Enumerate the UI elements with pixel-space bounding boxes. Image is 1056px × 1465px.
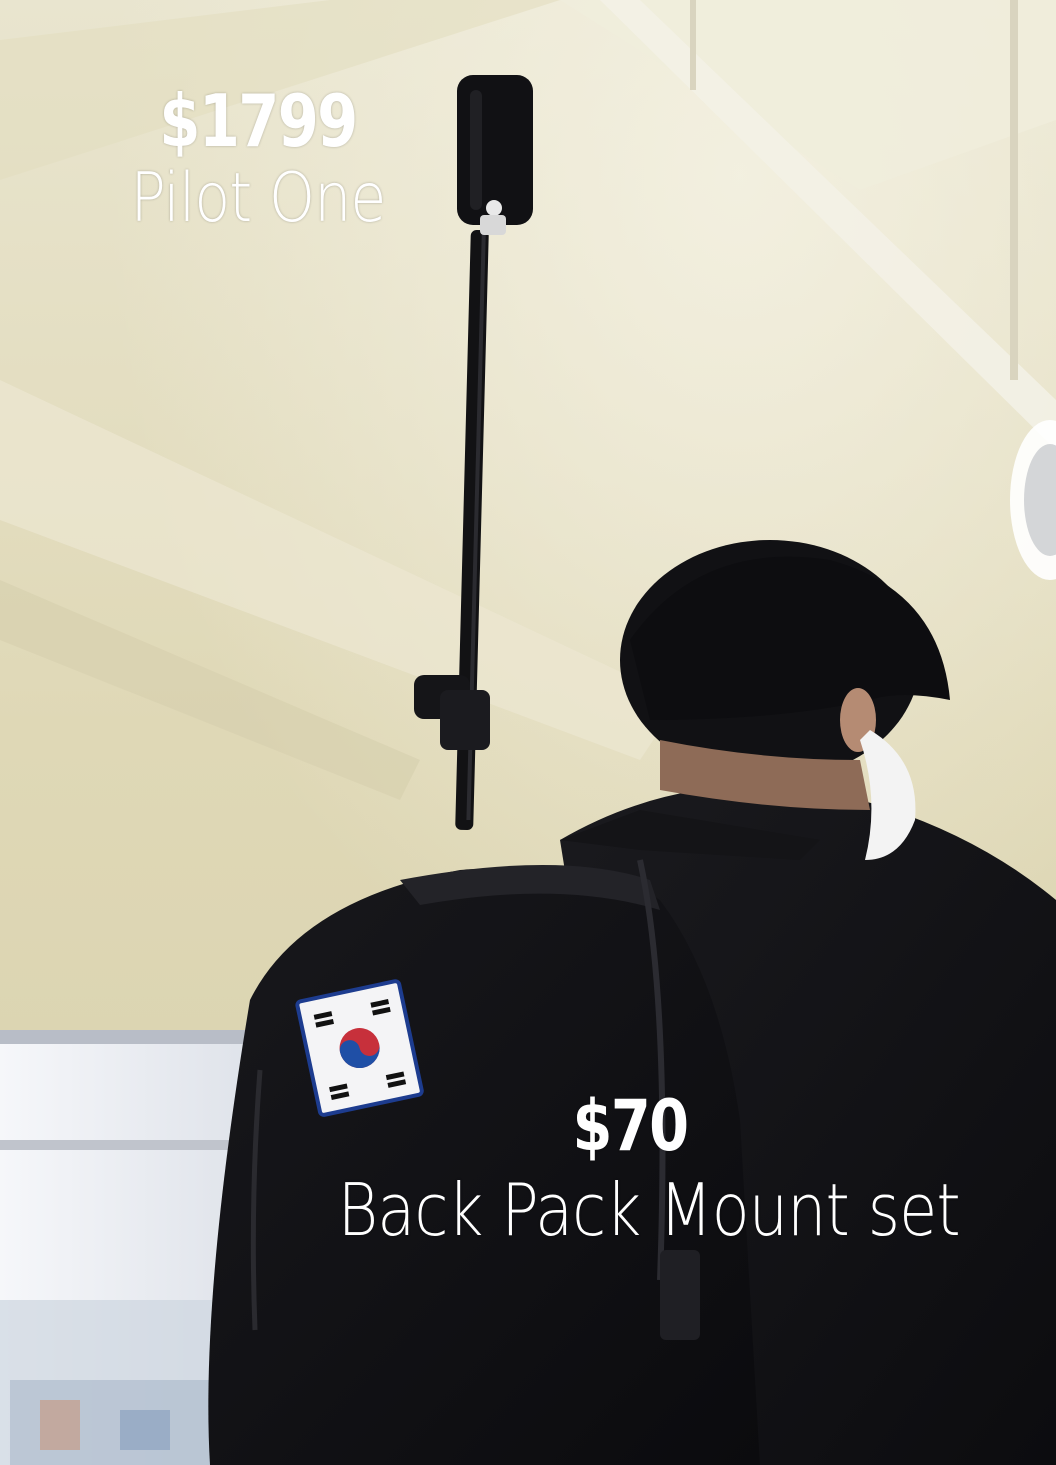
pilot-one-label: $1799 Pilot One [88,82,428,236]
pilot-one-name: Pilot One [130,159,386,238]
backpack-mount-label: $70 Back Pack Mount set [290,1088,970,1250]
backpack-mount-name: Back Pack Mount set [337,1168,961,1252]
pilot-one-price: $1799 [159,79,358,163]
backpack-mount-price: $70 [572,1085,690,1167]
product-photo-card: $1799 Pilot One $70 Back Pack Mount set [0,0,1056,1465]
